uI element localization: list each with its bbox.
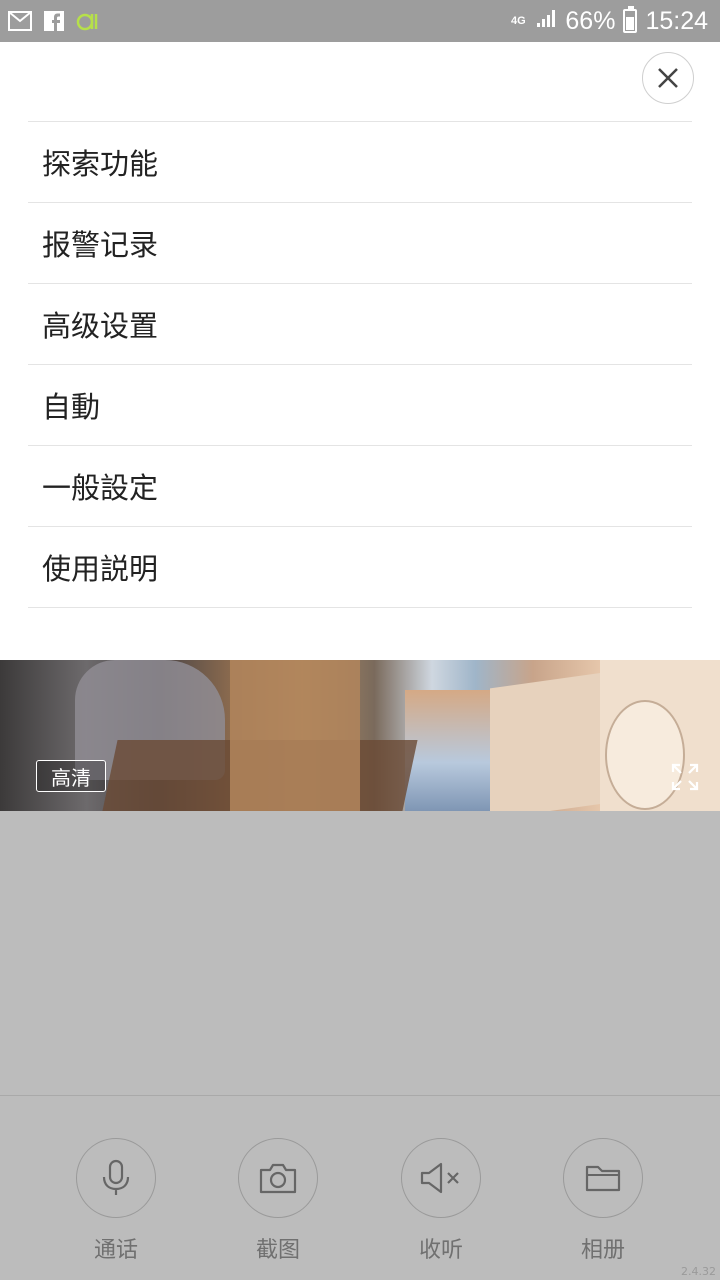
menu-item-advanced-settings[interactable]: 高级设置 <box>28 284 692 365</box>
app-notification-icon <box>76 10 100 32</box>
facebook-notification-icon <box>42 10 66 32</box>
status-bar: 4G 66% 15:24 <box>0 0 720 42</box>
talk-button[interactable] <box>76 1138 156 1218</box>
talk-label: 通话 <box>93 1238 138 1263</box>
menu-item-instructions[interactable]: 使用説明 <box>28 527 692 608</box>
listen-label: 收听 <box>418 1238 463 1263</box>
menu-item-general-settings[interactable]: 一般設定 <box>28 446 692 527</box>
talk-control: 通话 <box>56 1138 176 1264</box>
folder-icon <box>585 1165 621 1192</box>
snapshot-button[interactable] <box>238 1138 318 1218</box>
speaker-muted-icon <box>420 1162 459 1194</box>
fullscreen-icon <box>671 763 699 791</box>
video-scene-clock <box>605 700 685 810</box>
camera-icon <box>259 1163 297 1194</box>
album-label: 相册 <box>580 1238 625 1263</box>
menu-item-explore[interactable]: 探索功能 <box>28 122 692 203</box>
menu-list: 探索功能 报警记录 高级设置 自動 一般設定 使用説明 <box>28 121 692 608</box>
network-type: 4G <box>511 15 526 27</box>
album-control: 相册 <box>543 1138 663 1264</box>
snapshot-label: 截图 <box>255 1238 300 1263</box>
album-button[interactable] <box>563 1138 643 1218</box>
listen-control: 收听 <box>381 1138 501 1264</box>
menu-item-alarm-records[interactable]: 报警记录 <box>28 203 692 284</box>
clock: 15:24 <box>645 6 708 35</box>
battery-percent: 66% <box>565 6 616 35</box>
video-quality-toggle[interactable]: 高清 <box>36 760 106 792</box>
app-version: 2.4.32 <box>681 1265 716 1278</box>
video-scene-box <box>490 671 610 811</box>
camera-video-feed[interactable]: 高清 <box>0 660 720 811</box>
fullscreen-button[interactable] <box>670 762 700 792</box>
gallery-notification-icon <box>8 10 32 32</box>
close-button[interactable] <box>642 52 694 104</box>
snapshot-control: 截图 <box>218 1138 338 1264</box>
video-scene-shelf <box>230 660 360 811</box>
system-indicators: 4G 66% 15:24 <box>509 4 708 38</box>
listen-button[interactable] <box>401 1138 481 1218</box>
notification-icons <box>8 8 100 34</box>
menu-sheet: 探索功能 报警记录 高级设置 自動 一般設定 使用説明 <box>0 42 720 660</box>
video-scene-floor <box>405 690 495 811</box>
menu-item-auto[interactable]: 自動 <box>28 365 692 446</box>
microphone-icon <box>102 1159 130 1195</box>
battery-icon <box>623 6 638 33</box>
bottom-controls: 通话 截图 收听 相册 2.4.32 <box>0 1095 720 1280</box>
close-icon <box>658 68 678 88</box>
signal-icon <box>535 7 557 36</box>
